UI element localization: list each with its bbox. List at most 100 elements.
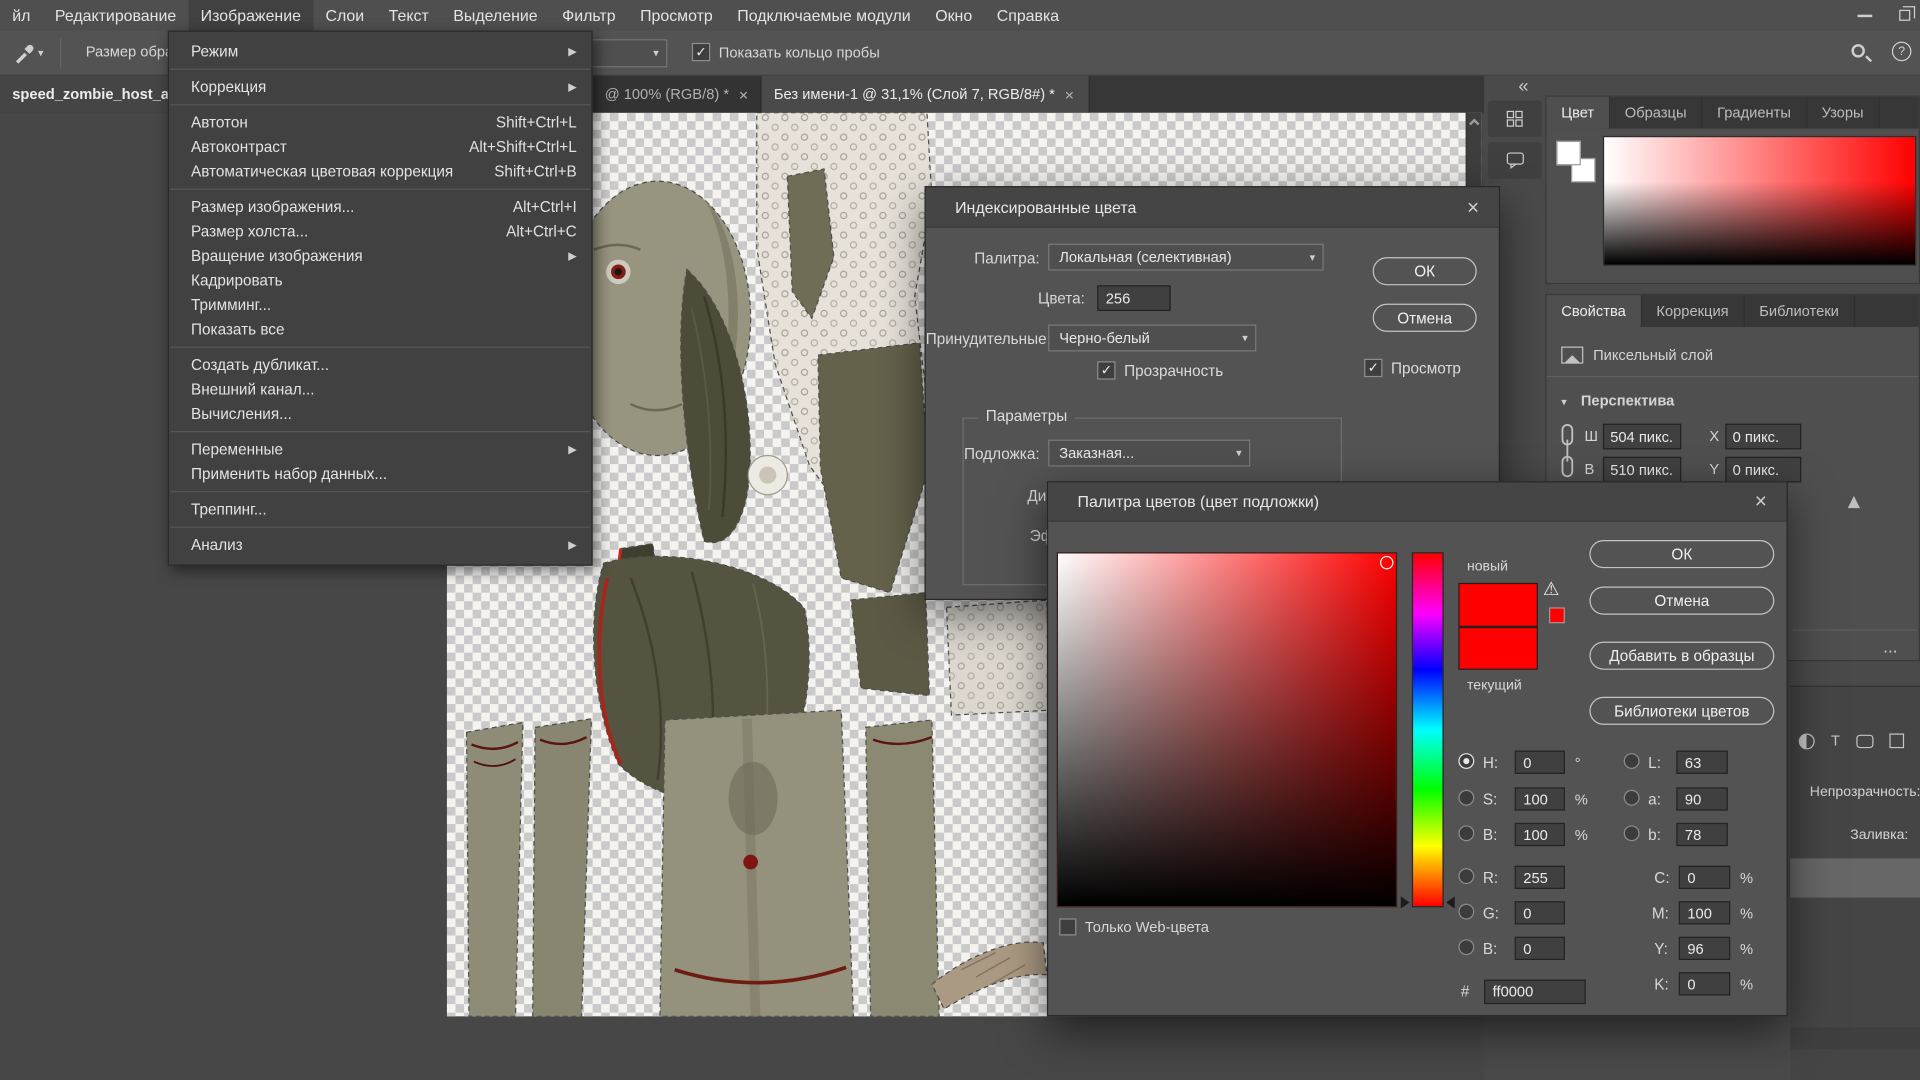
foreground-background-swatches[interactable] <box>1556 141 1605 192</box>
scroll-up-icon[interactable] <box>1469 118 1479 128</box>
menu-plugins[interactable]: Подключаемые модули <box>725 0 923 31</box>
b2-radio[interactable] <box>1458 939 1474 955</box>
help-button[interactable]: ? <box>1892 42 1912 62</box>
menu-item-mode[interactable]: Режим▶ <box>169 39 591 63</box>
forced-dropdown[interactable]: Черно-белый ▾ <box>1048 324 1256 351</box>
selected-layer-row[interactable] <box>1790 858 1920 897</box>
matte-dropdown[interactable]: Заказная... ▾ <box>1048 440 1250 467</box>
dialog-titlebar[interactable]: Палитра цветов (цвет подложки) × <box>1048 482 1786 521</box>
adjustment-filter-icon[interactable] <box>1795 731 1817 751</box>
menu-item-crop[interactable]: Кадрировать <box>169 268 591 292</box>
menu-item-auto-tone[interactable]: АвтотонShift+Ctrl+L <box>169 110 591 134</box>
cancel-button[interactable]: Отмена <box>1589 587 1774 615</box>
r-field[interactable]: 255 <box>1515 866 1565 889</box>
menu-filter[interactable]: Фильтр <box>550 0 628 31</box>
color-ramp[interactable] <box>1603 136 1916 266</box>
b2-field[interactable]: 0 <box>1515 937 1565 960</box>
hue-marker-right-icon[interactable] <box>1446 896 1455 908</box>
color-field-marker[interactable] <box>1380 556 1393 569</box>
transparency-option[interactable]: ✓ Прозрачность <box>1097 361 1223 379</box>
l-radio[interactable] <box>1624 753 1640 769</box>
menu-item-auto-contrast[interactable]: АвтоконтрастAlt+Shift+Ctrl+L <box>169 135 591 159</box>
ok-button[interactable]: ОК <box>1589 540 1774 568</box>
menu-item-reveal-all[interactable]: Показать все <box>169 317 591 341</box>
minimize-button[interactable] <box>1847 0 1884 31</box>
web-safe-swatch[interactable] <box>1549 607 1565 623</box>
active-tool-button[interactable]: ▾ <box>7 38 61 69</box>
gamut-warning-icon[interactable]: ⚠ <box>1543 578 1559 600</box>
shape-filter-icon[interactable] <box>1854 731 1876 751</box>
tab-color[interactable]: Цвет <box>1547 97 1611 129</box>
foreground-color-swatch[interactable] <box>1556 141 1580 165</box>
link-dimensions-icon[interactable] <box>1559 422 1576 481</box>
probe-ring-checkbox[interactable]: ✓ <box>692 43 710 61</box>
h-radio[interactable] <box>1458 753 1474 769</box>
hex-field[interactable]: ff0000 <box>1484 980 1586 1004</box>
tab-properties[interactable]: Свойства <box>1547 295 1642 327</box>
r-radio[interactable] <box>1458 868 1474 884</box>
x-field[interactable]: 0 пикс. <box>1725 424 1801 450</box>
close-dialog-icon[interactable]: × <box>1755 491 1767 512</box>
add-to-swatches-button[interactable]: Добавить в образцы <box>1589 642 1774 670</box>
dock-comments-button[interactable] <box>1488 142 1542 179</box>
width-field[interactable]: 504 пикс. <box>1603 424 1681 450</box>
menu-item-adjustments[interactable]: Коррекция▶ <box>169 75 591 99</box>
c-field[interactable]: 0 <box>1679 866 1730 889</box>
b-radio[interactable] <box>1458 825 1474 841</box>
hue-slider[interactable] <box>1412 552 1444 907</box>
menu-edit[interactable]: Редактирование <box>43 0 189 31</box>
lab-b-field[interactable]: 78 <box>1676 823 1727 846</box>
transform-section-label[interactable]: Перспектива <box>1581 392 1675 409</box>
close-dialog-icon[interactable]: × <box>1467 197 1479 218</box>
web-only-checkbox[interactable] <box>1059 918 1076 935</box>
close-tab-icon[interactable]: × <box>739 85 748 103</box>
dock-preview-button[interactable] <box>1488 100 1542 137</box>
transparency-checkbox[interactable]: ✓ <box>1097 361 1115 379</box>
colors-field[interactable]: 256 <box>1097 285 1170 311</box>
menu-item-image-size[interactable]: Размер изображения...Alt+Ctrl+I <box>169 195 591 219</box>
s-radio[interactable] <box>1458 790 1474 806</box>
ok-button[interactable]: ОК <box>1373 257 1477 285</box>
search-button[interactable] <box>1851 44 1864 57</box>
dialog-titlebar[interactable]: Индексированные цвета × <box>926 187 1499 227</box>
collapse-panels-icon[interactable]: « <box>1518 76 1528 97</box>
menu-item-analysis[interactable]: Анализ▶ <box>169 533 591 557</box>
menu-image[interactable]: Изображение <box>188 0 313 31</box>
cancel-button[interactable]: Отмена <box>1373 304 1477 332</box>
type-filter-icon[interactable]: T <box>1825 731 1847 751</box>
preview-option[interactable]: ✓ Просмотр <box>1364 359 1461 377</box>
smart-object-filter-icon[interactable] <box>1886 731 1908 751</box>
g-radio[interactable] <box>1458 904 1474 920</box>
tab-gradients[interactable]: Градиенты <box>1702 97 1806 129</box>
y-field[interactable]: 0 пикс. <box>1725 457 1801 483</box>
menu-item-duplicate[interactable]: Создать дубликат... <box>169 353 591 377</box>
a-radio[interactable] <box>1624 790 1640 806</box>
web-only-option[interactable]: Только Web-цвета <box>1059 918 1209 935</box>
lab-b-radio[interactable] <box>1624 825 1640 841</box>
saturation-brightness-field[interactable] <box>1057 552 1397 907</box>
s-field[interactable]: 100 <box>1515 787 1565 810</box>
menu-view[interactable]: Просмотр <box>628 0 725 31</box>
tab-libraries[interactable]: Библиотеки <box>1745 295 1855 327</box>
menu-item-variables[interactable]: Переменные▶ <box>169 437 591 461</box>
restore-button[interactable] <box>1886 0 1920 31</box>
menu-select[interactable]: Выделение <box>441 0 550 31</box>
b-field[interactable]: 100 <box>1515 823 1565 846</box>
h-field[interactable]: 0 <box>1515 751 1565 774</box>
panel-menu-icon[interactable]: ... <box>1883 637 1897 657</box>
l-field[interactable]: 63 <box>1676 751 1727 774</box>
color-libraries-button[interactable]: Библиотеки цветов <box>1589 697 1774 725</box>
menu-window[interactable]: Окно <box>923 0 984 31</box>
menu-item-apply-data-set[interactable]: Применить набор данных... <box>169 462 591 486</box>
menu-item-trim[interactable]: Тримминг... <box>169 293 591 317</box>
preview-checkbox[interactable]: ✓ <box>1364 359 1382 377</box>
y-cmyk-field[interactable]: 96 <box>1679 937 1730 960</box>
menu-item-auto-color[interactable]: Автоматическая цветовая коррекцияShift+C… <box>169 159 591 183</box>
g-field[interactable]: 0 <box>1515 901 1565 924</box>
menu-item-canvas-size[interactable]: Размер холста...Alt+Ctrl+C <box>169 219 591 243</box>
menu-type[interactable]: Текст <box>376 0 441 31</box>
menu-item-calculations[interactable]: Вычисления... <box>169 402 591 426</box>
close-tab-icon[interactable]: × <box>1065 85 1074 103</box>
hue-marker-left-icon[interactable] <box>1401 896 1410 908</box>
menu-layers[interactable]: Слои <box>313 0 376 31</box>
